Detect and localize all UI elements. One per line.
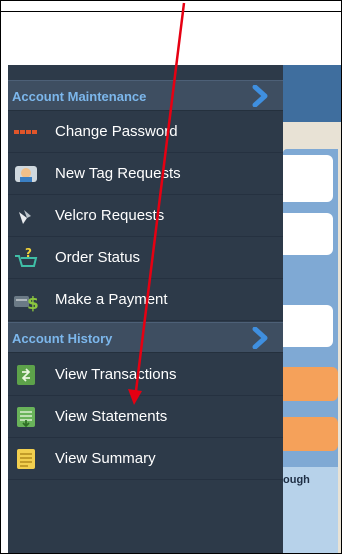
menu-item-label: Make a Payment [55, 291, 168, 308]
svg-text:$: $ [27, 294, 38, 312]
menu-item-new-tag-requests[interactable]: New Tag Requests [8, 153, 283, 195]
summary-icon [17, 449, 35, 469]
svg-text:?: ? [25, 246, 32, 260]
chevron-right-icon [252, 85, 268, 107]
transactions-icon [17, 365, 35, 385]
money-card-icon: $ [14, 294, 38, 312]
form-input-2[interactable] [283, 213, 333, 255]
menu-item-label: View Transactions [55, 366, 177, 383]
main-content-pane: ough [283, 65, 341, 553]
menu-item-make-a-payment[interactable]: $ Make a Payment [8, 279, 283, 321]
section-title: Account Maintenance [12, 89, 147, 104]
menu-item-label: Order Status [55, 249, 141, 266]
cart-question-icon: ? [15, 246, 38, 267]
menu-item-label: Velcro Requests [55, 207, 165, 224]
tag-request-icon [15, 166, 37, 182]
menu-item-label: View Summary [55, 450, 156, 467]
top-divider [1, 1, 341, 12]
info-text: ough [283, 474, 310, 486]
orange-button-1[interactable] [283, 367, 338, 401]
chevron-right-icon [252, 327, 268, 349]
section-title: Account History [12, 331, 113, 346]
menu-item-view-summary[interactable]: View Summary [8, 438, 283, 480]
menu-item-view-statements[interactable]: View Statements [8, 396, 283, 438]
menu-item-velcro-requests[interactable]: Velcro Requests [8, 195, 283, 237]
side-menu: Account Maintenance Change Password New … [8, 65, 283, 553]
menu-top-edge [8, 65, 283, 81]
statements-icon [17, 407, 35, 428]
menu-item-label: View Statements [55, 408, 168, 425]
form-input-3[interactable] [283, 305, 333, 347]
header-bar [283, 65, 341, 122]
section-header-account-history[interactable]: Account History [8, 322, 283, 353]
menu-item-view-transactions[interactable]: View Transactions [8, 354, 283, 396]
form-input-1[interactable] [283, 155, 333, 202]
form-card: ough [283, 149, 338, 553]
orange-button-2[interactable] [283, 417, 338, 451]
section-header-account-maintenance[interactable]: Account Maintenance [8, 80, 283, 111]
menu-item-label: New Tag Requests [55, 165, 181, 182]
menu-item-change-password[interactable]: Change Password [8, 111, 283, 153]
menu-item-label: Change Password [55, 123, 178, 140]
password-dots-icon [14, 130, 37, 134]
screenshot-frame: ough Account Maintenance Change Password [0, 0, 342, 554]
velcro-icon [19, 210, 31, 224]
menu-item-order-status[interactable]: ? Order Status [8, 237, 283, 279]
